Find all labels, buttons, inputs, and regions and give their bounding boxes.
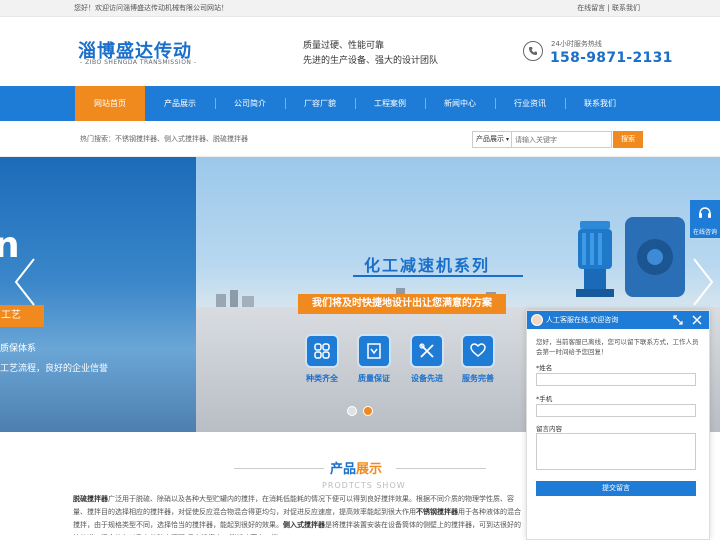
certificate-icon (367, 343, 381, 359)
desc-keyword-2[interactable]: 不锈钢搅拌器 (416, 508, 458, 516)
hotline-number: 158-9871-2131 (550, 50, 673, 66)
chevron-down-icon: ▾ (505, 136, 509, 143)
slogan-line-2: 先进的生产设备、强大的设计团队 (303, 56, 439, 66)
headset-icon (699, 207, 711, 218)
desc-keyword-3[interactable]: 侧入式搅拌器 (283, 521, 325, 529)
feature-equipment (410, 334, 444, 368)
grid-icon (314, 343, 330, 359)
side-online-consult[interactable]: 在线咨询 (690, 200, 720, 238)
tools-icon (419, 343, 434, 358)
site-header: 淄博盛达传动 - ZIBO SHENGDA TRANSMISSION - 质量过… (0, 17, 720, 86)
banner-left-line-1: 质保体系 (0, 344, 37, 354)
slider-dot-2[interactable] (363, 406, 373, 416)
logo-subtitle: - ZIBO SHENGDA TRANSMISSION - (80, 59, 197, 66)
nav-about[interactable]: 公司简介 (215, 86, 285, 121)
chat-widget: 人工客服在线,欢迎咨询 您好，当前客服已离线，您可以留下联系方式，工作人员会第一… (526, 310, 710, 540)
nav-home[interactable]: 网站首页 (75, 86, 145, 121)
feature-quality (357, 334, 391, 368)
nav-industry[interactable]: 行业资讯 (495, 86, 565, 121)
slogan-line-1: 质量过硬、性能可靠 (303, 41, 385, 51)
close-icon[interactable] (691, 314, 703, 326)
search-bar: 热门搜索：不锈钢搅拌器、侧入式搅拌器、脱硫搅拌器 产品展示 ▾ 搜索 (0, 121, 720, 157)
nav-contact[interactable]: 联系我们 (565, 86, 635, 121)
nav-factory[interactable]: 厂容厂貌 (285, 86, 355, 121)
feature-variety-label: 种类齐全 (306, 374, 338, 383)
feature-variety (305, 334, 339, 368)
search-category-select[interactable]: 产品展示 ▾ (472, 131, 512, 148)
feature-service-label: 服务完善 (462, 374, 494, 383)
top-bar: 您好！欢迎访问淄博盛达传动机械有限公司网站！ 在线留言 | 联系我们 (0, 0, 720, 17)
nav-cases[interactable]: 工程案例 (355, 86, 425, 121)
chevron-right-icon[interactable] (690, 257, 716, 307)
search-button[interactable]: 搜索 (613, 131, 643, 148)
chat-message-field[interactable] (536, 433, 696, 470)
banner-left-line-2: 工艺流程，良好的企业信誉 (0, 364, 109, 374)
chat-name-label: *姓名 (536, 364, 553, 372)
heart-hand-icon (470, 343, 486, 357)
desc-keyword-1[interactable]: 脱硫搅拌器 (73, 495, 108, 503)
chat-message-label: 留言内容 (536, 425, 562, 433)
slogan: 质量过硬、性能可靠 先进的生产设备、强大的设计团队 (303, 39, 438, 69)
chat-header: 人工客服在线,欢迎咨询 (527, 311, 709, 329)
motor-image (576, 221, 614, 297)
chat-name-field[interactable] (536, 373, 696, 386)
chat-phone-label: *手机 (536, 395, 553, 403)
chat-intro: 您好，当前客服已离线，您可以留下联系方式，工作人员会第一时间给予您回复！ (536, 338, 699, 356)
products-description: 脱硫搅拌器广泛用于脱硫、除硝以及各种大型贮罐内的搅拌，在消耗低能耗的情况下便可以… (73, 493, 525, 535)
products-title-part-2: 展示 (356, 462, 383, 477)
phone-icon (523, 41, 543, 61)
products-section-title: 产品展示 (330, 458, 382, 477)
search-category-value: 产品展示 (476, 135, 504, 143)
banner-title-underline (353, 275, 523, 277)
banner-subtitle: 我们将及时快捷地设计出让您满意的方案 (298, 294, 506, 314)
feature-quality-label: 质量保证 (358, 374, 390, 383)
banner-left-tag: 工艺 (0, 305, 44, 327)
top-links[interactable]: 在线留言 | 联系我们 (577, 0, 640, 17)
maximize-icon[interactable] (672, 314, 684, 326)
products-section-title-en: PRODTCTS SHOW (322, 481, 406, 490)
welcome-text: 您好！欢迎访问淄博盛达传动机械有限公司网站！ (74, 4, 228, 12)
search-input[interactable] (512, 131, 612, 148)
hotline-label: 24小时服务热线 (551, 40, 602, 48)
hot-search-text[interactable]: 热门搜索：不锈钢搅拌器、侧入式搅拌器、脱硫搅拌器 (80, 134, 248, 144)
section-rule-right (396, 468, 486, 469)
avatar (531, 314, 543, 326)
chat-phone-field[interactable] (536, 404, 696, 417)
chat-title: 人工客服在线,欢迎咨询 (546, 316, 619, 324)
slider-dot-1[interactable] (347, 406, 357, 416)
nav-products[interactable]: 产品展示 (145, 86, 215, 121)
section-rule-left (234, 468, 324, 469)
chat-submit-button[interactable]: 提交留言 (536, 481, 696, 496)
side-online-label: 在线咨询 (692, 229, 717, 236)
banner-title: 化工减速机系列 (364, 256, 491, 275)
chevron-left-icon[interactable] (12, 257, 38, 307)
gearbox-image (625, 217, 685, 297)
products-title-part-1: 产品 (330, 462, 357, 477)
feature-service (461, 334, 495, 368)
nav-news[interactable]: 新闻中心 (425, 86, 495, 121)
main-nav: 网站首页 产品展示 公司简介 厂容厂貌 工程案例 新闻中心 行业资讯 联系我们 (0, 86, 720, 121)
